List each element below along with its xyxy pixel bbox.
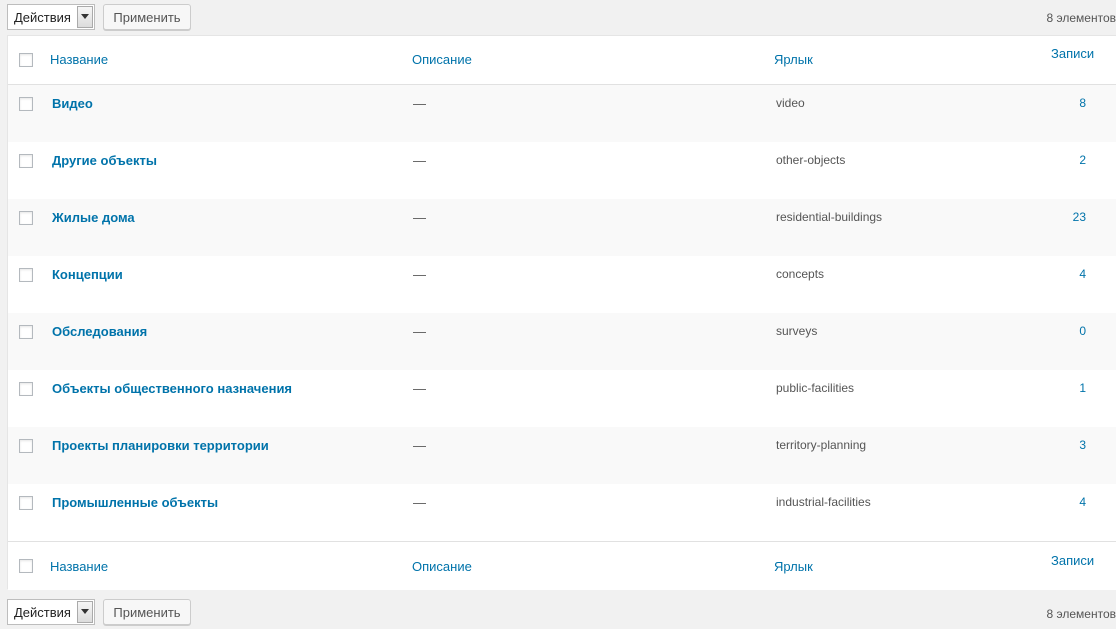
column-header-name[interactable]: Название xyxy=(50,52,108,67)
term-slug: residential-buildings xyxy=(776,210,883,224)
term-slug: public-facilities xyxy=(776,381,855,395)
table-row: Видео — video 8 xyxy=(8,85,1116,142)
select-all-checkbox[interactable] xyxy=(19,53,33,67)
term-name-link[interactable]: Видео xyxy=(52,96,93,111)
term-name-link[interactable]: Концепции xyxy=(52,267,123,282)
term-name-link[interactable]: Жилые дома xyxy=(52,210,135,225)
table-footer: Название Описание Ярлык Записи xyxy=(8,541,1116,590)
row-checkbox[interactable] xyxy=(19,382,33,396)
table-row: Проекты планировки территории — territor… xyxy=(8,427,1116,484)
term-posts-count[interactable]: 23 xyxy=(1073,210,1086,224)
bulk-actions-select-bottom[interactable]: Действия xyxy=(7,599,95,625)
select-all-checkbox-footer[interactable] xyxy=(19,559,33,573)
term-description: — xyxy=(413,381,426,396)
items-count-bottom: 8 элементов xyxy=(1046,607,1116,621)
row-checkbox[interactable] xyxy=(19,154,33,168)
term-posts-count[interactable]: 4 xyxy=(1079,267,1086,281)
term-slug: surveys xyxy=(776,324,818,338)
chevron-down-icon[interactable] xyxy=(77,601,93,623)
column-footer-name[interactable]: Название xyxy=(50,559,108,574)
column-footer-slug[interactable]: Ярлык xyxy=(774,559,813,574)
term-slug: concepts xyxy=(776,267,825,281)
row-checkbox[interactable] xyxy=(19,211,33,225)
term-description: — xyxy=(413,438,426,453)
row-checkbox[interactable] xyxy=(19,496,33,510)
term-posts-count[interactable]: 4 xyxy=(1079,495,1086,509)
column-header-slug[interactable]: Ярлык xyxy=(774,52,813,67)
term-posts-count[interactable]: 0 xyxy=(1079,324,1086,338)
term-name-link[interactable]: Промышленные объекты xyxy=(52,495,218,510)
term-slug: video xyxy=(776,96,805,110)
table-header: Название Описание Ярлык Записи xyxy=(8,36,1116,85)
apply-button-bottom[interactable]: Применить xyxy=(103,599,191,625)
column-header-description[interactable]: Описание xyxy=(412,52,472,67)
term-description: — xyxy=(413,324,426,339)
chevron-down-icon[interactable] xyxy=(77,6,93,28)
bulk-actions-select[interactable]: Действия xyxy=(7,4,95,30)
tablenav-top: Действия Применить 8 элементов xyxy=(0,2,1116,34)
row-checkbox[interactable] xyxy=(19,268,33,282)
term-name-link[interactable]: Объекты общественного назначения xyxy=(52,381,292,396)
term-description: — xyxy=(413,267,426,282)
term-posts-count[interactable]: 3 xyxy=(1079,438,1086,452)
table-row: Жилые дома — residential-buildings 23 xyxy=(8,199,1116,256)
column-footer-posts[interactable]: Записи xyxy=(1051,553,1094,568)
term-posts-count[interactable]: 8 xyxy=(1079,96,1086,110)
items-count: 8 элементов xyxy=(1046,11,1116,25)
table-row: Объекты общественного назначения — publi… xyxy=(8,370,1116,427)
table-row: Промышленные объекты — industrial-facili… xyxy=(8,484,1116,541)
terms-table: Название Описание Ярлык Записи Видео — v… xyxy=(7,35,1116,590)
term-slug: industrial-facilities xyxy=(776,495,871,509)
tablenav-bottom: Действия Применить 8 элементов xyxy=(0,597,1116,629)
term-name-link[interactable]: Другие объекты xyxy=(52,153,157,168)
column-footer-description[interactable]: Описание xyxy=(412,559,472,574)
term-description: — xyxy=(413,96,426,111)
row-checkbox[interactable] xyxy=(19,325,33,339)
term-slug: other-objects xyxy=(776,153,846,167)
row-checkbox[interactable] xyxy=(19,97,33,111)
term-description: — xyxy=(413,153,426,168)
term-posts-count[interactable]: 1 xyxy=(1079,381,1086,395)
column-header-posts[interactable]: Записи xyxy=(1051,46,1094,61)
term-description: — xyxy=(413,210,426,225)
term-description: — xyxy=(413,495,426,510)
term-name-link[interactable]: Обследования xyxy=(52,324,147,339)
table-row: Концепции — concepts 4 xyxy=(8,256,1116,313)
row-checkbox[interactable] xyxy=(19,439,33,453)
apply-button[interactable]: Применить xyxy=(103,4,191,30)
term-slug: territory-planning xyxy=(776,438,867,452)
term-name-link[interactable]: Проекты планировки территории xyxy=(52,438,269,453)
term-posts-count[interactable]: 2 xyxy=(1079,153,1086,167)
bulk-actions-select-label: Действия xyxy=(14,9,71,25)
bulk-actions-select-label: Действия xyxy=(14,604,71,620)
table-row: Обследования — surveys 0 xyxy=(8,313,1116,370)
table-row: Другие объекты — other-objects 2 xyxy=(8,142,1116,199)
